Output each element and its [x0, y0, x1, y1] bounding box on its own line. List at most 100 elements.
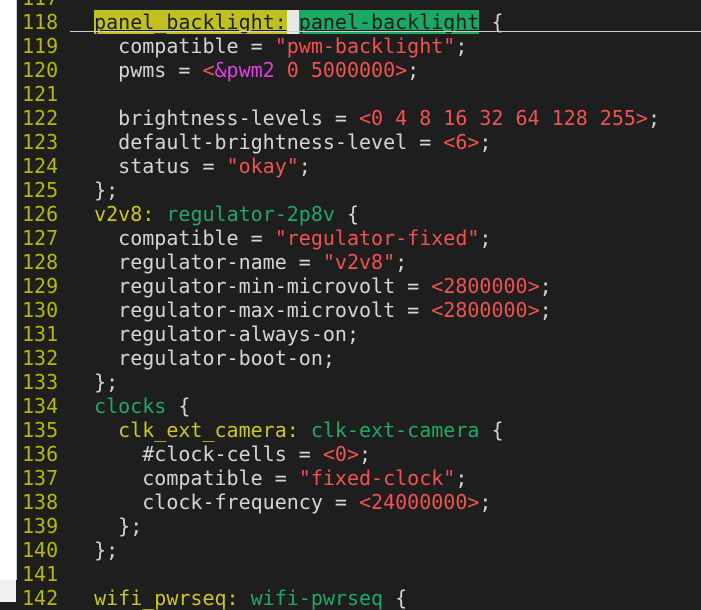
- code-line[interactable]: 118 panel_backlight: panel-backlight {: [17, 10, 701, 34]
- line-code: wifi_pwrseq: wifi-pwrseq {: [70, 586, 407, 610]
- line-number: 121: [22, 82, 59, 106]
- code-line[interactable]: 142 wifi_pwrseq: wifi-pwrseq {: [17, 586, 701, 610]
- token-text: ;: [647, 106, 661, 130]
- code-line[interactable]: 139 };: [17, 514, 701, 538]
- line-code: pwms = <&pwm2 0 5000000>;: [70, 58, 419, 82]
- code-line[interactable]: 126 v2v8: regulator-2p8v {: [17, 202, 701, 226]
- line-number: 135: [22, 418, 59, 442]
- token-text: regulator-min-microvolt =: [70, 274, 432, 298]
- line-number: 136: [22, 442, 59, 466]
- token-str: "okay": [226, 154, 299, 178]
- line-number: 122: [22, 106, 59, 130]
- line-number: 138: [22, 490, 59, 514]
- line-code: };: [70, 370, 118, 394]
- code-line[interactable]: 125 };: [17, 178, 701, 202]
- token-text: pwms =: [70, 58, 203, 82]
- token-str: "fixed-clock": [298, 466, 456, 490]
- token-text: compatible =: [70, 466, 299, 490]
- line-number: 124: [22, 154, 59, 178]
- line-code: };: [70, 514, 142, 538]
- token-text: compatible =: [70, 226, 275, 250]
- token-node: clk-ext-camera: [310, 418, 480, 442]
- token-text: };: [70, 538, 119, 562]
- line-number: 141: [22, 562, 59, 586]
- code-line[interactable]: 135 clk_ext_camera: clk-ext-camera {: [17, 418, 701, 442]
- line-code: regulator-always-on;: [70, 322, 359, 346]
- token-str: "v2v8": [322, 250, 396, 274]
- code-line[interactable]: 130 regulator-max-microvolt = <2800000>;: [17, 298, 701, 322]
- token-text: default-brightness-level =: [70, 130, 444, 154]
- code-line[interactable]: 134 clocks {: [17, 394, 701, 418]
- line-number: 134: [22, 394, 59, 418]
- code-line[interactable]: 133 };: [17, 370, 701, 394]
- token-text: {: [383, 586, 408, 610]
- current-line-underline: [70, 31, 701, 32]
- token-str: "regulator-fixed": [274, 226, 480, 250]
- code-line[interactable]: 136 #clock-cells = <0>;: [17, 442, 701, 466]
- token-str: <2800000>: [431, 274, 540, 298]
- code-line[interactable]: 131 regulator-always-on;: [17, 322, 701, 346]
- left-margin-strip: [0, 0, 17, 580]
- token-label: clk_ext_camera:: [118, 418, 299, 442]
- token-str: <6>: [443, 130, 480, 154]
- token-text: ;: [479, 130, 492, 154]
- code-line[interactable]: 128 regulator-name = "v2v8";: [17, 250, 701, 274]
- token-text: ;: [479, 490, 492, 514]
- code-line[interactable]: 122 brightness-levels = <0 4 8 16 32 64 …: [17, 106, 701, 130]
- token-text: };: [70, 514, 143, 538]
- line-code: };: [70, 178, 118, 202]
- token-label: v2v8:: [94, 202, 155, 226]
- code-line[interactable]: 127 compatible = "regulator-fixed";: [17, 226, 701, 250]
- token-text: compatible =: [70, 34, 275, 58]
- token-text: ;: [539, 298, 552, 322]
- token-text: };: [70, 370, 119, 394]
- code-line[interactable]: 140 };: [17, 538, 701, 562]
- token-str: <0>: [322, 442, 359, 466]
- line-number: 128: [22, 250, 59, 274]
- line-code: regulator-max-microvolt = <2800000>;: [70, 298, 552, 322]
- line-number: 140: [22, 538, 59, 562]
- token-text: ;: [395, 250, 408, 274]
- line-number: 133: [22, 370, 59, 394]
- token-text: {: [166, 394, 191, 418]
- token-str: <: [202, 58, 215, 82]
- token-text: ;: [298, 154, 311, 178]
- code-line[interactable]: 123 default-brightness-level = <6>;: [17, 130, 701, 154]
- code-line[interactable]: 117: [17, 0, 701, 10]
- line-code: clock-frequency = <24000000>;: [70, 490, 491, 514]
- line-code: regulator-min-microvolt = <2800000>;: [70, 274, 552, 298]
- code-line[interactable]: 138 clock-frequency = <24000000>;: [17, 490, 701, 514]
- line-number: 139: [22, 514, 59, 538]
- code-line[interactable]: 132 regulator-boot-on;: [17, 346, 701, 370]
- line-code: compatible = "fixed-clock";: [70, 466, 467, 490]
- token-str: 0 5000000>: [274, 58, 408, 82]
- line-number: 120: [22, 58, 59, 82]
- code-editor[interactable]: 117118 panel_backlight: panel-backlight …: [17, 0, 701, 610]
- token-text: ;: [407, 58, 420, 82]
- line-number: 137: [22, 466, 59, 490]
- line-number: 130: [22, 298, 59, 322]
- code-line[interactable]: 137 compatible = "fixed-clock";: [17, 466, 701, 490]
- code-line[interactable]: 129 regulator-min-microvolt = <2800000>;: [17, 274, 701, 298]
- line-code: v2v8: regulator-2p8v {: [70, 202, 359, 226]
- code-line[interactable]: 120 pwms = <&pwm2 0 5000000>;: [17, 58, 701, 82]
- token-text: #clock-cells =: [70, 442, 323, 466]
- token-text: regulator-always-on;: [70, 322, 359, 346]
- left-margin-strip-bottom: [0, 580, 16, 602]
- line-number: 129: [22, 274, 59, 298]
- code-line[interactable]: 119 compatible = "pwm-backlight";: [17, 34, 701, 58]
- line-number: 131: [22, 322, 59, 346]
- code-line[interactable]: 141: [17, 562, 701, 586]
- token-label: wifi_pwrseq:: [94, 586, 239, 610]
- code-line[interactable]: 121: [17, 82, 701, 106]
- line-number: 127: [22, 226, 59, 250]
- token-str: <2800000>: [431, 298, 540, 322]
- line-code: clk_ext_camera: clk-ext-camera {: [70, 418, 503, 442]
- code-line[interactable]: 124 status = "okay";: [17, 154, 701, 178]
- line-code: brightness-levels = <0 4 8 16 32 64 128 …: [70, 106, 660, 130]
